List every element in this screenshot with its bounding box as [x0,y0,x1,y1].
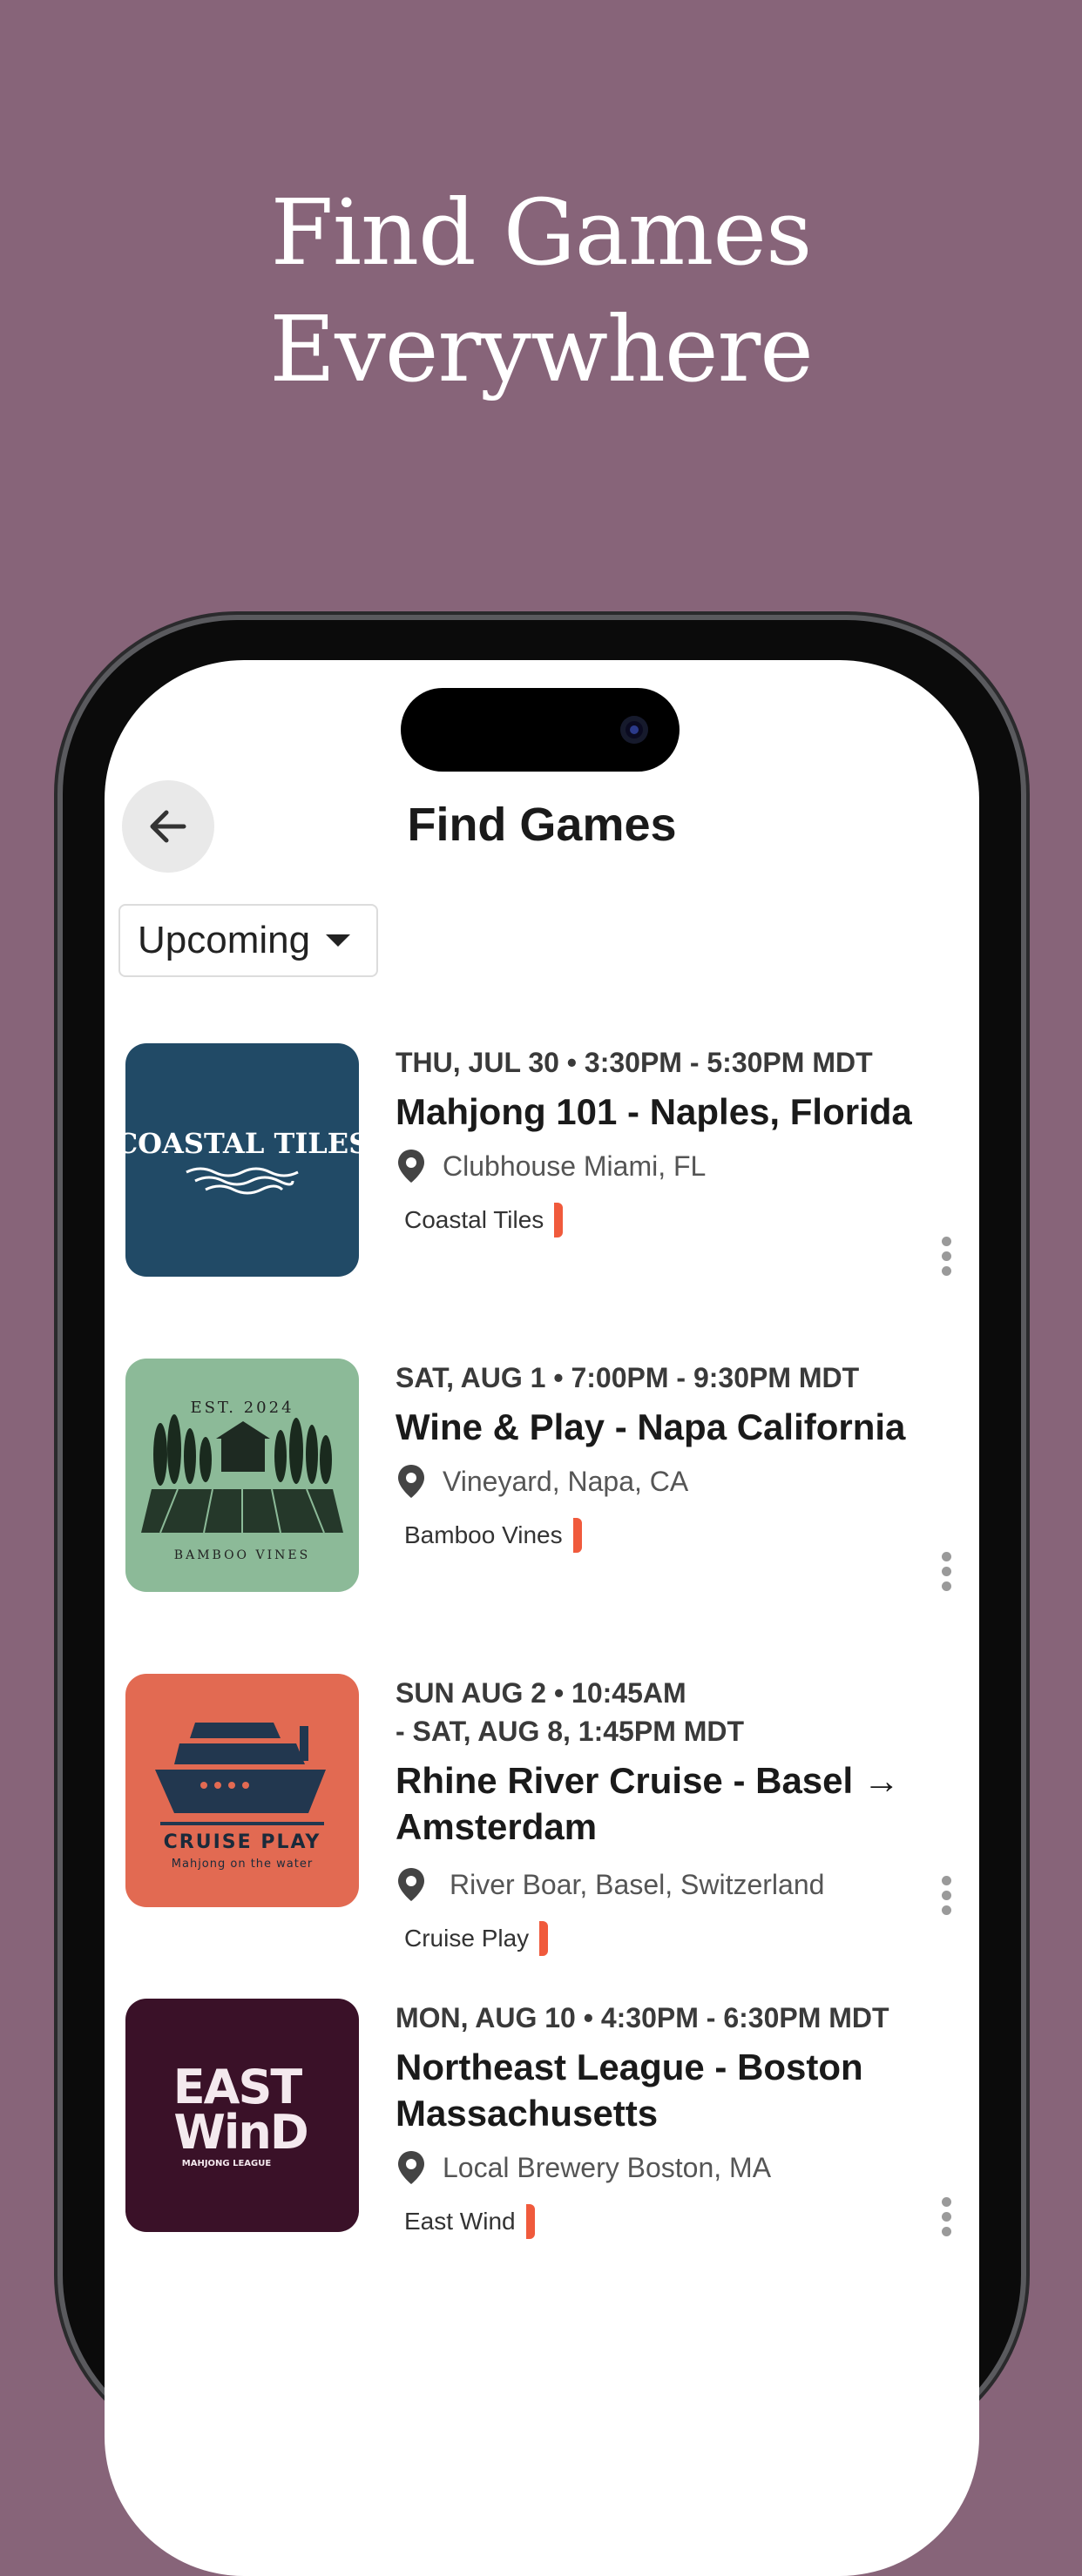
event-location: River Boar, Basel, Switzerland [396,1864,936,1905]
more-options-icon[interactable] [937,1237,955,1276]
map-pin-icon [398,1465,424,1498]
event-host-name: Coastal Tiles [404,1206,544,1233]
event-date: THU, JUL 30 • 3:30PM - 5:30PM MDT [396,1047,873,1078]
east-wind-logo: EAST WinD MAHJONG LEAGUE [125,1999,359,2232]
event-host-name: Cruise Play [404,1925,530,1952]
more-options-icon[interactable] [937,1552,955,1591]
host-tag-accent [572,1518,582,1553]
event-host-name: East Wind [404,2208,516,2235]
bamboo-vines-logo: EST. 2024 BAMBOO VINES [125,1359,359,1592]
caret-down-icon [326,934,351,947]
event-info: MON, AUG 10 • 4:30PM - 6:30PM MDT Northe… [396,1999,936,2239]
event-host-tag[interactable]: Bamboo Vines [404,1518,582,1553]
map-pin-icon [398,1150,424,1183]
logo-text: COASTAL TILES [125,1127,359,1160]
event-list-item[interactable]: EAST WinD MAHJONG LEAGUE MON, AUG 10 • 4… [125,1999,962,2260]
logo-text: CRUISE PLAY [164,1831,321,1853]
hero-title-line-1: Find Games [270,179,813,286]
event-list-item[interactable]: CRUISE PLAY Mahjong on the water SUN AUG… [125,1674,962,1970]
event-location: Clubhouse Miami, FL [396,1145,936,1187]
event-info: SUN AUG 2 • 10:45AM - SAT, AUG 8, 1:45PM… [396,1674,936,1956]
map-pin-icon [398,2151,424,2184]
host-tag-accent [539,1921,549,1956]
event-host-tag[interactable]: East Wind [404,2204,535,2239]
front-camera [620,716,648,744]
logo-subtext: MAHJONG LEAGUE [182,2159,272,2168]
filter-selected-label: Upcoming [138,919,311,961]
event-location-text: Clubhouse Miami, FL [443,1150,707,1182]
event-host-name: Bamboo Vines [404,1521,563,1548]
event-info: THU, JUL 30 • 3:30PM - 5:30PM MDT Mahjon… [396,1043,936,1237]
event-name: Wine & Play - Napa California [396,1406,906,1447]
phone-screen: Find Games Upcoming COASTAL TILES THU, J… [105,660,979,2576]
event-date: SAT, AUG 1 • 7:00PM - 9:30PM MDT [396,1362,860,1393]
logo-text-2: WinD [173,2105,307,2160]
cruise-play-logo: CRUISE PLAY Mahjong on the water [125,1674,359,1907]
event-host-tag[interactable]: Coastal Tiles [404,1203,564,1237]
event-name: Mahjong 101 - Naples, Florida [396,1091,912,1132]
event-location-text: River Boar, Basel, Switzerland [450,1868,825,1900]
page-title: Find Games [407,799,677,851]
more-options-icon[interactable] [937,2197,955,2236]
logo-subtext: Mahjong on the water [172,1858,313,1871]
event-date-line-2: - SAT, AUG 8, 1:45PM MDT [396,1716,745,1747]
dynamic-island [401,688,680,772]
upcoming-filter-dropdown[interactable]: Upcoming [118,904,378,977]
event-location: Vineyard, Napa, CA [396,1460,936,1502]
coastal-tiles-logo: COASTAL TILES [125,1043,359,1277]
event-name: Northeast League - Boston Massachusetts [396,2047,863,2134]
event-location: Local Brewery Boston, MA [396,2147,936,2188]
event-list-item[interactable]: EST. 2024 BAMBOO VINES SAT, AUG 1 • 7:00… [125,1359,962,1620]
more-options-icon[interactable] [937,1876,955,1915]
logo-text-top: EST. 2024 [190,1399,294,1417]
host-tag-accent [554,1203,564,1237]
event-date-line-1: SUN AUG 2 • 10:45AM [396,1677,686,1709]
event-info: SAT, AUG 1 • 7:00PM - 9:30PM MDT Wine & … [396,1359,936,1553]
event-location-text: Vineyard, Napa, CA [443,1465,689,1497]
event-list-item[interactable]: COASTAL TILES THU, JUL 30 • 3:30PM - 5:3… [125,1043,962,1305]
map-pin-icon [398,1868,424,1901]
event-location-text: Local Brewery Boston, MA [443,2151,772,2183]
event-name: Rhine River Cruise - Basel → Amsterdam [396,1760,900,1847]
hero-title-line-2: Everywhere [269,296,814,402]
hero-title: Find Games Everywhere [0,174,1082,408]
logo-text-bottom: BAMBOO VINES [174,1548,310,1562]
host-tag-accent [525,2204,535,2239]
phone-frame: Find Games Upcoming COASTAL TILES THU, J… [63,620,1021,2576]
event-date: MON, AUG 10 • 4:30PM - 6:30PM MDT [396,2002,889,2033]
event-host-tag[interactable]: Cruise Play [404,1921,549,1956]
